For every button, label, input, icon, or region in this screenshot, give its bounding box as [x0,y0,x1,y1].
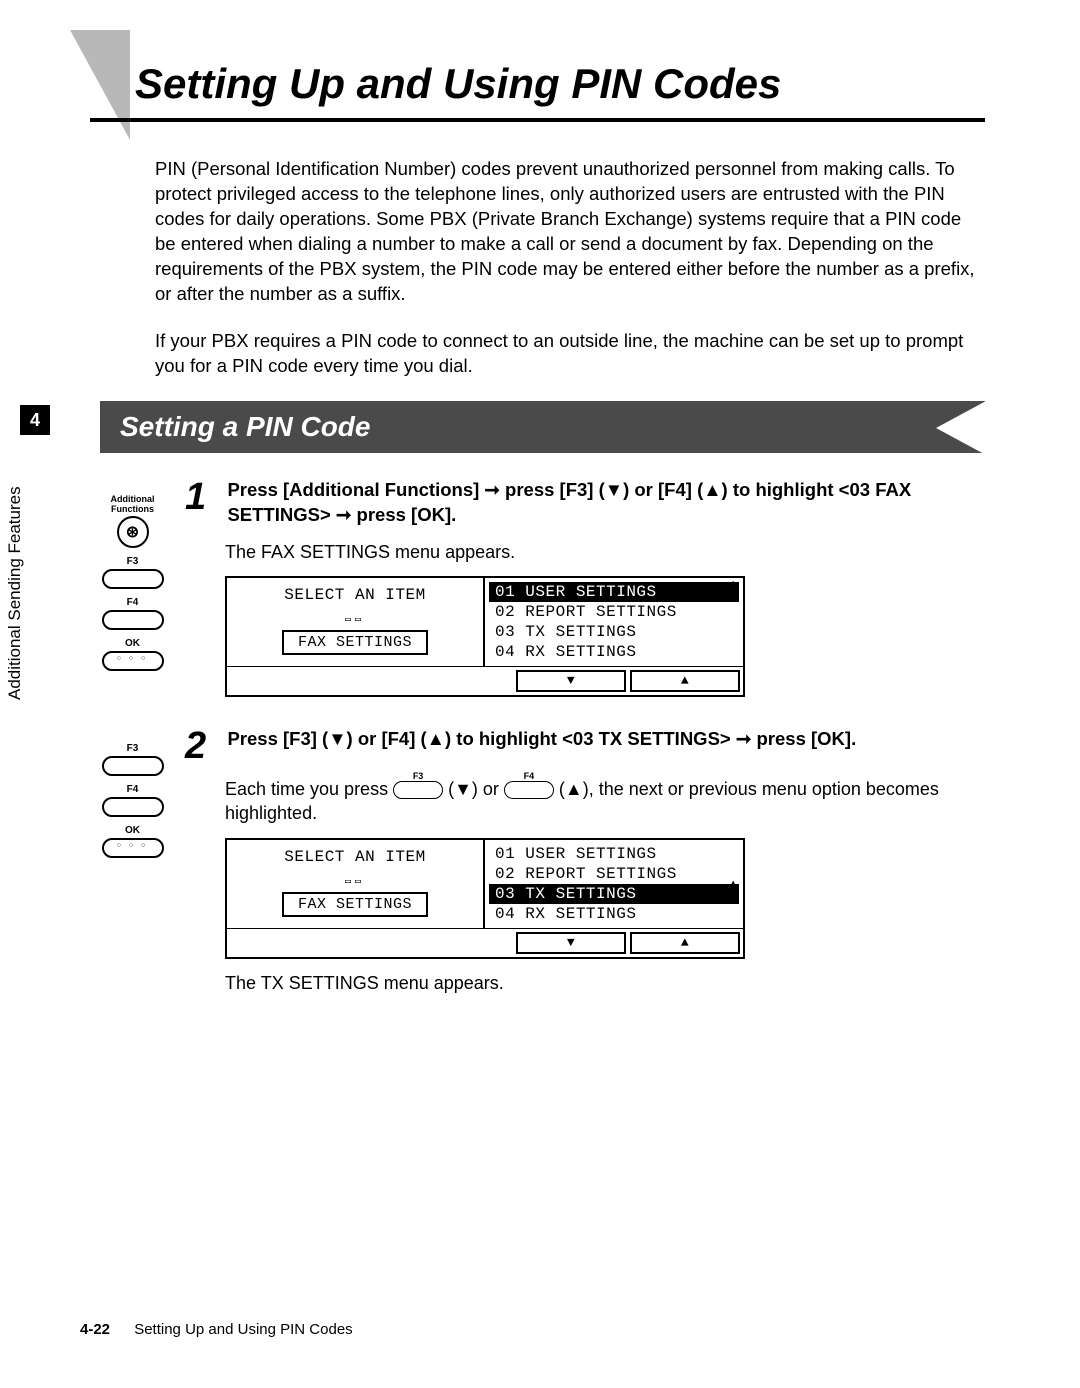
step-2-sub: Each time you press (▼) or (▲), the next… [225,777,985,826]
f3-label: F3 [97,556,169,567]
section-header-text: Setting a PIN Code [120,411,370,442]
step-2-sub-mid: (▼) or [448,779,504,799]
lcd2-left-title: SELECT AN ITEM [239,848,471,866]
step-1-lcd: SELECT AN ITEM ▭▭ FAX SETTINGS 01 USER S… [225,576,745,697]
additional-functions-icon: ⊛ [126,522,139,542]
step-2-buttons: F3 F4 OK [70,727,185,1007]
step-1-instruction: Press [Additional Functions] ➞ press [F3… [227,478,977,528]
step-2-instruction: Press [F3] (▼) or [F4] (▲) to highlight … [227,727,977,752]
intro-paragraph-2: If your PBX requires a PIN code to conne… [155,329,985,379]
lcd2-up-button[interactable]: ▲ [630,932,740,954]
inline-f4-key [504,781,554,799]
footer-page-number: 4-22 [80,1321,110,1338]
lcd1-item-1: 02 REPORT SETTINGS [489,602,739,622]
side-label: Additional Sending Features [5,486,25,700]
lcd1-item-0: 01 USER SETTINGS [489,582,739,602]
lcd2-item-3: 04 RX SETTINGS [489,904,739,924]
step-1-sub: The FAX SETTINGS menu appears. [225,540,985,564]
lcd1-item-3: 04 RX SETTINGS [489,642,739,662]
page-title: Setting Up and Using PIN Codes [90,60,985,122]
f3-label-2: F3 [97,743,169,754]
lcd1-scroll-indicator: ▲▼ [730,580,737,600]
additional-functions-label: Additional Functions [97,494,169,514]
section-header: Setting a PIN Code [100,401,985,453]
step-2-lcd: SELECT AN ITEM ▭▭ FAX SETTINGS 01 USER S… [225,838,745,959]
lcd2-scroll-indicator: ▲▼ [730,880,737,900]
f4-button[interactable] [102,610,164,630]
lcd1-up-button[interactable]: ▲ [630,670,740,692]
step-1-number: 1 [185,478,215,516]
page-footer: 4-22 Setting Up and Using PIN Codes [80,1321,353,1338]
lcd1-down-button[interactable]: ▼ [516,670,626,692]
page-header: Setting Up and Using PIN Codes [90,60,985,122]
ok-button[interactable] [102,651,164,671]
f4-label-2: F4 [97,784,169,795]
lcd1-tabs-icon: ▭▭ [239,614,471,626]
step-1-buttons: Additional Functions ⊛ F3 F4 OK [70,478,185,697]
step-2-number: 2 [185,727,215,765]
lcd1-left-box: FAX SETTINGS [282,630,428,655]
f4-label: F4 [97,597,169,608]
ok-label-2: OK [97,825,169,836]
step-2-sub-prefix: Each time you press [225,779,393,799]
step-1: Additional Functions ⊛ F3 F4 OK 1 Press … [70,478,985,697]
inline-f3-key [393,781,443,799]
lcd1-item-2: 03 TX SETTINGS [489,622,739,642]
f4-button-2[interactable] [102,797,164,817]
lcd2-item-1: 02 REPORT SETTINGS [489,864,739,884]
f3-button[interactable] [102,569,164,589]
footer-title: Setting Up and Using PIN Codes [134,1321,352,1338]
lcd1-left-title: SELECT AN ITEM [239,586,471,604]
lcd2-item-0: 01 USER SETTINGS [489,844,739,864]
ok-button-2[interactable] [102,838,164,858]
additional-functions-button[interactable]: ⊛ [117,516,149,548]
lcd2-tabs-icon: ▭▭ [239,876,471,888]
down-arrow-icon-2: ▼ [567,935,575,950]
lcd2-item-2: 03 TX SETTINGS [489,884,739,904]
step-2: F3 F4 OK 2 Press [F3] (▼) or [F4] (▲) to… [70,727,985,1007]
lcd2-down-button[interactable]: ▼ [516,932,626,954]
up-arrow-icon: ▲ [681,673,689,688]
step-2-result: The TX SETTINGS menu appears. [225,971,985,995]
up-arrow-icon-2: ▲ [681,935,689,950]
chapter-number: 4 [30,410,40,431]
f3-button-2[interactable] [102,756,164,776]
chapter-tab: 4 [20,405,50,435]
intro-paragraph-1: PIN (Personal Identification Number) cod… [155,157,985,307]
lcd2-left-box: FAX SETTINGS [282,892,428,917]
down-arrow-icon: ▼ [567,673,575,688]
ok-label: OK [97,638,169,649]
